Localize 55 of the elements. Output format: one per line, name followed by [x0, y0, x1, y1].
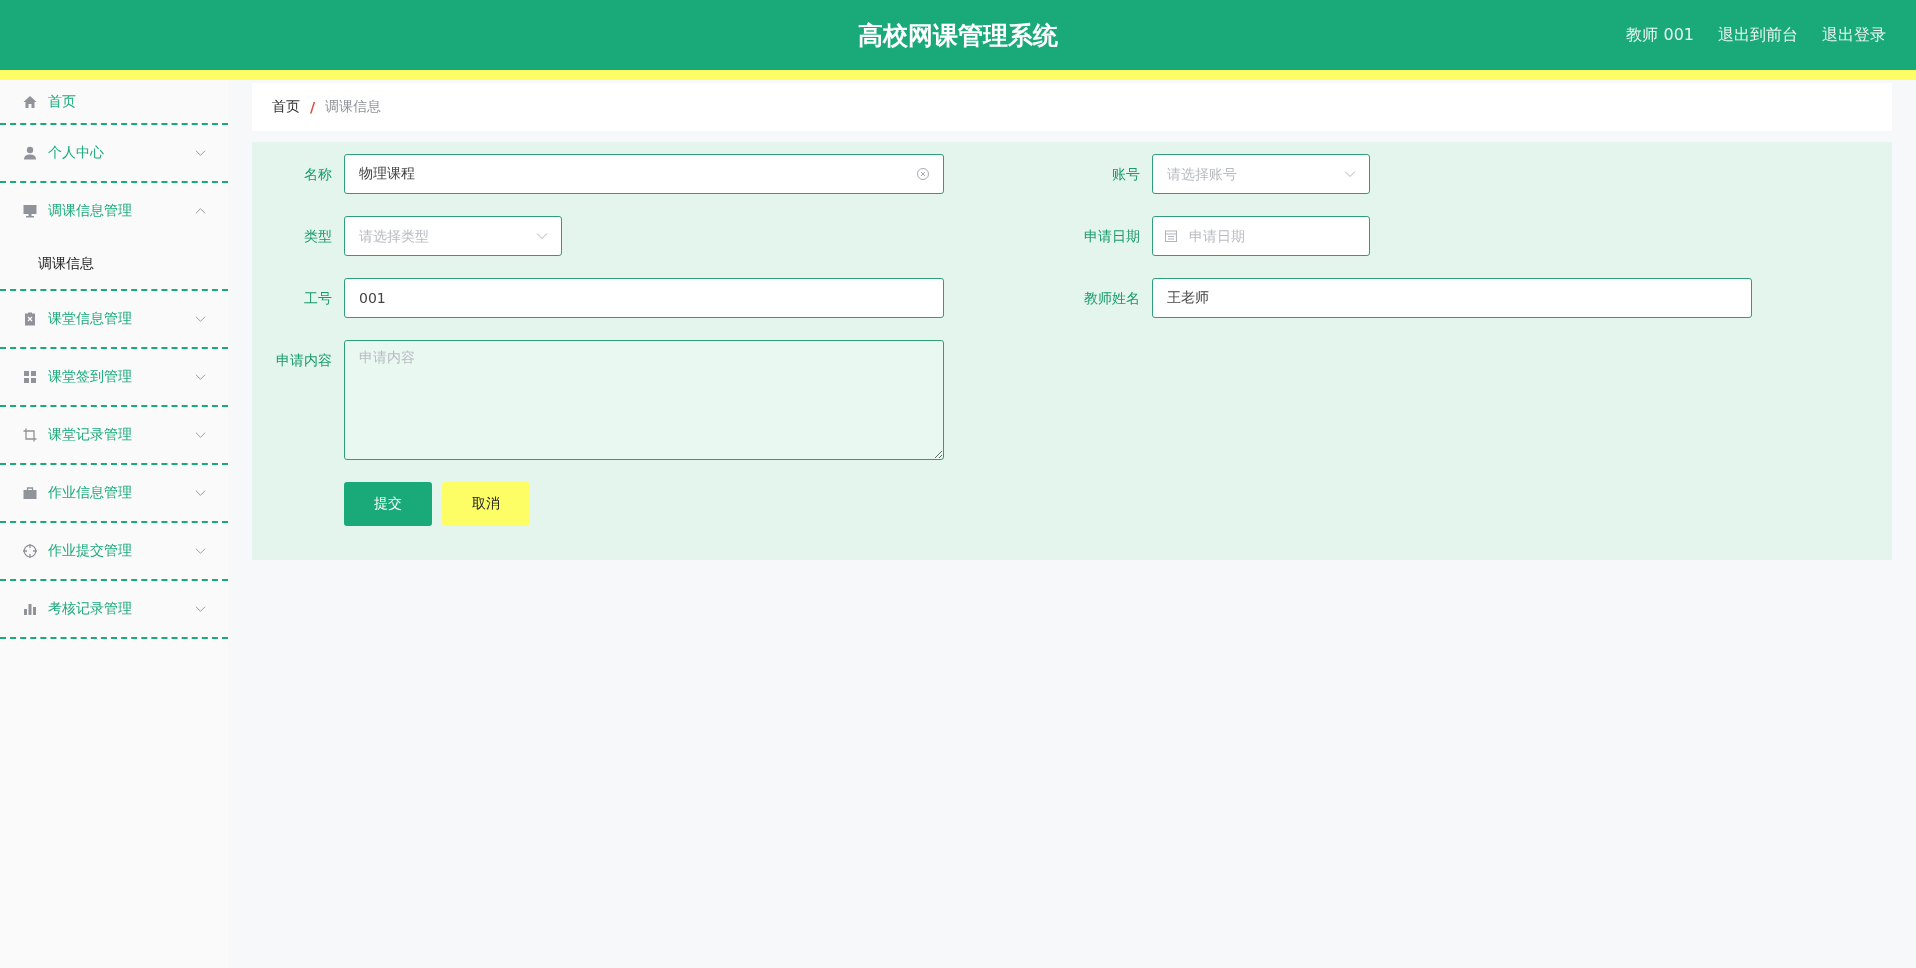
- field-label: 申请内容: [275, 351, 333, 370]
- field-label: 名称: [303, 165, 333, 184]
- sidebar-label: 个人中心: [48, 144, 105, 162]
- submit-button[interactable]: 提交: [344, 482, 432, 526]
- sidebar-item[interactable]: 调课信息管理: [0, 183, 228, 239]
- sidebar-label: 调课信息管理: [48, 202, 133, 220]
- clipboard-icon: [22, 311, 38, 327]
- sidebar-label: 作业信息管理: [48, 484, 133, 502]
- select-field[interactable]: 请选择类型: [344, 216, 562, 256]
- sidebar-label: 课堂记录管理: [48, 426, 133, 444]
- select-field[interactable]: 请选择账号: [1152, 154, 1370, 194]
- sidebar-item[interactable]: 考核记录管理: [0, 581, 228, 637]
- field-label: 账号: [1111, 165, 1141, 184]
- chevron-icon: [1344, 170, 1356, 178]
- sidebar-item[interactable]: 个人中心: [0, 125, 228, 181]
- input-field[interactable]: 001: [344, 278, 944, 318]
- sidebar-item[interactable]: 课堂记录管理: [0, 407, 228, 463]
- user-icon: [22, 145, 38, 161]
- header-link[interactable]: 退出到前台: [1718, 24, 1798, 46]
- field-label: 申请日期: [1083, 227, 1141, 246]
- submenu-item[interactable]: 调课信息: [0, 239, 228, 289]
- sidebar-label: 首页: [48, 92, 77, 111]
- sidebar-item[interactable]: 课堂签到管理: [0, 349, 228, 405]
- app-title: 高校网课管理系统: [858, 19, 1058, 52]
- field-label: 类型: [303, 227, 333, 246]
- sidebar-item[interactable]: 作业信息管理: [0, 465, 228, 521]
- date-field[interactable]: 申请日期: [1152, 216, 1370, 256]
- input-field[interactable]: 物理课程: [344, 154, 944, 194]
- sidebar-item[interactable]: 首页: [0, 80, 228, 123]
- breadcrumb-separator: /: [310, 99, 316, 115]
- briefcase-icon: [22, 485, 38, 501]
- home-icon: [22, 93, 38, 110]
- header-link[interactable]: 退出登录: [1822, 24, 1886, 46]
- field-label: 教师姓名: [1083, 289, 1141, 308]
- crop-icon: [22, 427, 38, 443]
- sidebar-label: 课堂信息管理: [48, 310, 133, 328]
- input-field[interactable]: 王老师: [1152, 278, 1752, 318]
- breadcrumb-item[interactable]: 首页: [272, 98, 300, 116]
- crosshair-icon: [22, 543, 38, 559]
- sidebar-item[interactable]: 作业提交管理: [0, 523, 228, 579]
- sidebar-label: 考核记录管理: [48, 600, 133, 618]
- grid-icon: [22, 369, 38, 385]
- monitor-icon: [22, 203, 38, 219]
- breadcrumb-item: 调课信息: [325, 98, 382, 116]
- field-label: 工号: [303, 289, 333, 308]
- calendar-icon: [1164, 229, 1178, 243]
- bar-chart-icon: [22, 601, 38, 617]
- textarea-field[interactable]: 申请内容: [344, 340, 944, 460]
- sidebar-label: 课堂签到管理: [48, 368, 133, 386]
- sidebar-label: 作业提交管理: [48, 542, 133, 560]
- user-name: 教师 001: [1626, 24, 1694, 46]
- cancel-button[interactable]: 取消: [442, 482, 530, 526]
- sidebar-item[interactable]: 课堂信息管理: [0, 291, 228, 347]
- chevron-icon: [536, 232, 548, 240]
- clear-icon[interactable]: [916, 167, 930, 181]
